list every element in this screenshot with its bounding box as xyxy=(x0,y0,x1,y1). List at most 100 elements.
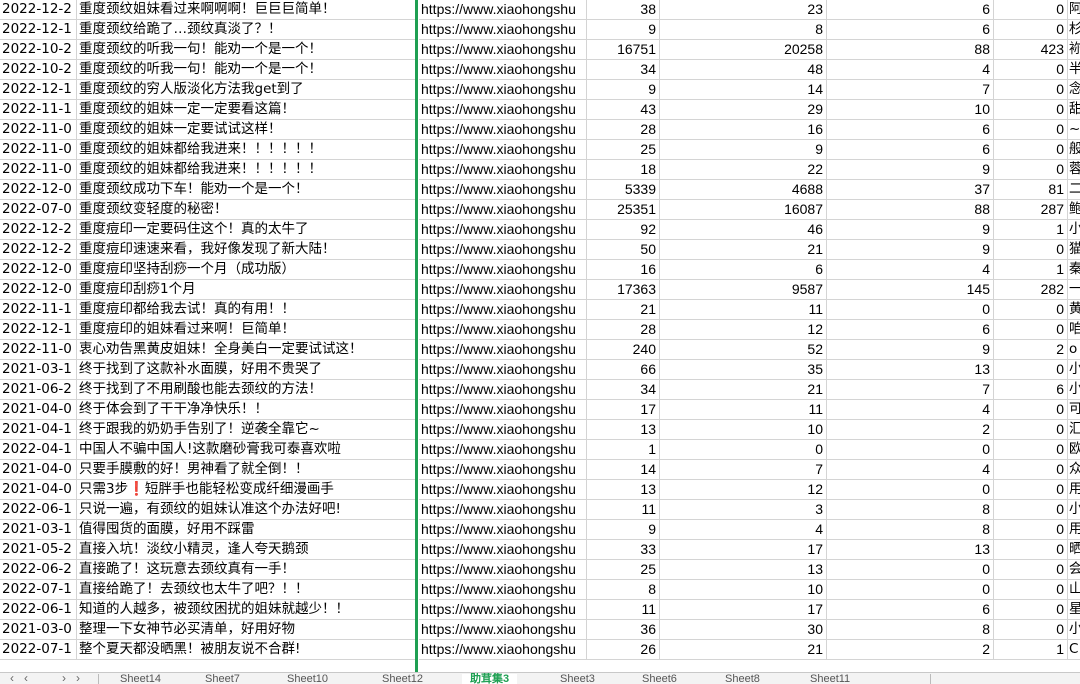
shares-cell[interactable]: 423 xyxy=(994,40,1068,60)
author-cell[interactable]: 小 xyxy=(1068,360,1080,380)
comments-cell[interactable]: 2 xyxy=(827,640,994,660)
table-row[interactable]: 2022-12-2 重度痘印速速来看，我好像发现了新大陆！ https://www.… xyxy=(0,240,1080,260)
collects-cell[interactable]: 9 xyxy=(660,140,827,160)
url-cell[interactable]: https://www.xiaohongshu xyxy=(419,140,587,160)
likes-cell[interactable]: 9 xyxy=(586,80,660,100)
shares-cell[interactable]: 0 xyxy=(994,320,1068,340)
shares-cell[interactable]: 0 xyxy=(994,620,1068,640)
table-row[interactable]: 2022-12-0 重度痘印坚持刮痧一个月（成功版） https://www.xia… xyxy=(0,260,1080,280)
collects-cell[interactable]: 29 xyxy=(660,100,827,120)
collects-cell[interactable]: 35 xyxy=(660,360,827,380)
collects-cell[interactable]: 13 xyxy=(660,560,827,580)
title-cell[interactable]: 终于跟我的奶奶手告别了！逆袭全靠它~ xyxy=(77,420,416,440)
date-cell[interactable]: 2022-12-0 xyxy=(0,280,77,300)
date-cell[interactable]: 2022-06-2 xyxy=(0,560,77,580)
comments-cell[interactable]: 0 xyxy=(827,480,994,500)
title-cell[interactable]: 整理一下女神节必买清单，好用好物 xyxy=(77,620,416,640)
shares-cell[interactable]: 0 xyxy=(994,540,1068,560)
url-cell[interactable]: https://www.xiaohongshu xyxy=(419,320,587,340)
comments-cell[interactable]: 6 xyxy=(827,600,994,620)
title-cell[interactable]: 重度颈纹姐妹看过来啊啊啊！巨巨巨简单！ xyxy=(77,0,416,20)
frozen-pane-divider[interactable] xyxy=(415,0,418,672)
url-cell[interactable]: https://www.xiaohongshu xyxy=(419,600,587,620)
collects-cell[interactable]: 21 xyxy=(660,640,827,660)
date-cell[interactable]: 2022-12-2 xyxy=(0,240,77,260)
shares-cell[interactable]: 0 xyxy=(994,60,1068,80)
url-cell[interactable]: https://www.xiaohongshu xyxy=(419,0,587,20)
author-cell[interactable]: 甜 xyxy=(1068,100,1080,120)
author-cell[interactable]: 小 xyxy=(1068,620,1080,640)
date-cell[interactable]: 2021-04-1 xyxy=(0,420,77,440)
author-cell[interactable]: 晒 xyxy=(1068,540,1080,560)
comments-cell[interactable]: 9 xyxy=(827,220,994,240)
table-row[interactable]: 2022-12-2 重度痘印一定要码住这个！真的太牛了 https://www.xi… xyxy=(0,220,1080,240)
comments-cell[interactable]: 4 xyxy=(827,60,994,80)
likes-cell[interactable]: 17 xyxy=(586,400,660,420)
url-cell[interactable]: https://www.xiaohongshu xyxy=(419,500,587,520)
shares-cell[interactable]: 1 xyxy=(994,640,1068,660)
title-cell[interactable]: 终于体会到了干干净净快乐！！ xyxy=(77,400,416,420)
shares-cell[interactable]: 282 xyxy=(994,280,1068,300)
url-cell[interactable]: https://www.xiaohongshu xyxy=(419,80,587,100)
title-cell[interactable]: 整个夏天都没晒黑！被朋友说不合群! xyxy=(77,640,416,660)
date-cell[interactable]: 2021-05-2 xyxy=(0,540,77,560)
date-cell[interactable]: 2022-12-2 xyxy=(0,220,77,240)
date-cell[interactable]: 2021-04-0 xyxy=(0,480,77,500)
collects-cell[interactable]: 0 xyxy=(660,440,827,460)
date-cell[interactable]: 2022-07-1 xyxy=(0,640,77,660)
table-row[interactable]: 2022-12-2 重度颈纹姐妹看过来啊啊啊！巨巨巨简单！ https://www.… xyxy=(0,0,1080,20)
collects-cell[interactable]: 11 xyxy=(660,400,827,420)
comments-cell[interactable]: 6 xyxy=(827,140,994,160)
shares-cell[interactable]: 0 xyxy=(994,0,1068,20)
collects-cell[interactable]: 7 xyxy=(660,460,827,480)
comments-cell[interactable]: 7 xyxy=(827,80,994,100)
date-cell[interactable]: 2022-11-0 xyxy=(0,120,77,140)
shares-cell[interactable]: 0 xyxy=(994,100,1068,120)
author-cell[interactable]: 鲍 xyxy=(1068,200,1080,220)
shares-cell[interactable]: 0 xyxy=(994,360,1068,380)
table-row[interactable]: 2022-06-1 只说一遍，有颈纹的姐妹认准这个办法好吧! https://www… xyxy=(0,500,1080,520)
table-row[interactable]: 2022-11-0 重度颈纹的姐妹都给我进来！！！！！！ https://www.x… xyxy=(0,160,1080,180)
date-cell[interactable]: 2021-04-0 xyxy=(0,400,77,420)
comments-cell[interactable]: 4 xyxy=(827,400,994,420)
url-cell[interactable]: https://www.xiaohongshu xyxy=(419,520,587,540)
likes-cell[interactable]: 11 xyxy=(586,500,660,520)
likes-cell[interactable]: 26 xyxy=(586,640,660,660)
author-cell[interactable]: C xyxy=(1068,640,1080,660)
collects-cell[interactable]: 10 xyxy=(660,580,827,600)
spreadsheet-grid[interactable]: 2022-12-2 重度颈纹姐妹看过来啊啊啊！巨巨巨简单！ https://www.… xyxy=(0,0,1080,672)
table-row[interactable]: 2022-12-1 重度痘印的姐妹看过来啊！巨简单！ https://www.xia… xyxy=(0,320,1080,340)
likes-cell[interactable]: 28 xyxy=(586,320,660,340)
comments-cell[interactable]: 6 xyxy=(827,120,994,140)
likes-cell[interactable]: 36 xyxy=(586,620,660,640)
author-cell[interactable]: 欧 xyxy=(1068,440,1080,460)
title-cell[interactable]: 重度颈纹的听我一句！能劝一个是一个！ xyxy=(77,60,416,80)
author-cell[interactable]: 半 xyxy=(1068,60,1080,80)
collects-cell[interactable]: 17 xyxy=(660,540,827,560)
comments-cell[interactable]: 2 xyxy=(827,420,994,440)
comments-cell[interactable]: 37 xyxy=(827,180,994,200)
title-cell[interactable]: 重度痘印都给我去试！真的有用！！ xyxy=(77,300,416,320)
comments-cell[interactable]: 0 xyxy=(827,300,994,320)
comments-cell[interactable]: 13 xyxy=(827,540,994,560)
comments-cell[interactable]: 4 xyxy=(827,460,994,480)
shares-cell[interactable]: 0 xyxy=(994,420,1068,440)
date-cell[interactable]: 2021-03-1 xyxy=(0,360,77,380)
date-cell[interactable]: 2022-12-0 xyxy=(0,180,77,200)
comments-cell[interactable]: 9 xyxy=(827,240,994,260)
title-cell[interactable]: 重度痘印速速来看，我好像发现了新大陆！ xyxy=(77,240,416,260)
url-cell[interactable]: https://www.xiaohongshu xyxy=(419,60,587,80)
table-row[interactable]: 2022-07-1 直接给跪了！去颈纹也太牛了吧？！！ https://www.xi… xyxy=(0,580,1080,600)
comments-cell[interactable]: 0 xyxy=(827,560,994,580)
likes-cell[interactable]: 8 xyxy=(586,580,660,600)
author-cell[interactable]: 阿 xyxy=(1068,0,1080,20)
table-row[interactable]: 2022-12-0 重度痘印刮痧1个月 https://www.xiaohongsh… xyxy=(0,280,1080,300)
shares-cell[interactable]: 0 xyxy=(994,160,1068,180)
shares-cell[interactable]: 0 xyxy=(994,480,1068,500)
first-sheet-nav-icon[interactable]: ‹ xyxy=(10,673,14,684)
likes-cell[interactable]: 16 xyxy=(586,260,660,280)
likes-cell[interactable]: 1 xyxy=(586,440,660,460)
collects-cell[interactable]: 8 xyxy=(660,20,827,40)
shares-cell[interactable]: 6 xyxy=(994,380,1068,400)
table-row[interactable]: 2022-07-0 重度颈纹变轻度的秘密！ https://www.xiaohong… xyxy=(0,200,1080,220)
